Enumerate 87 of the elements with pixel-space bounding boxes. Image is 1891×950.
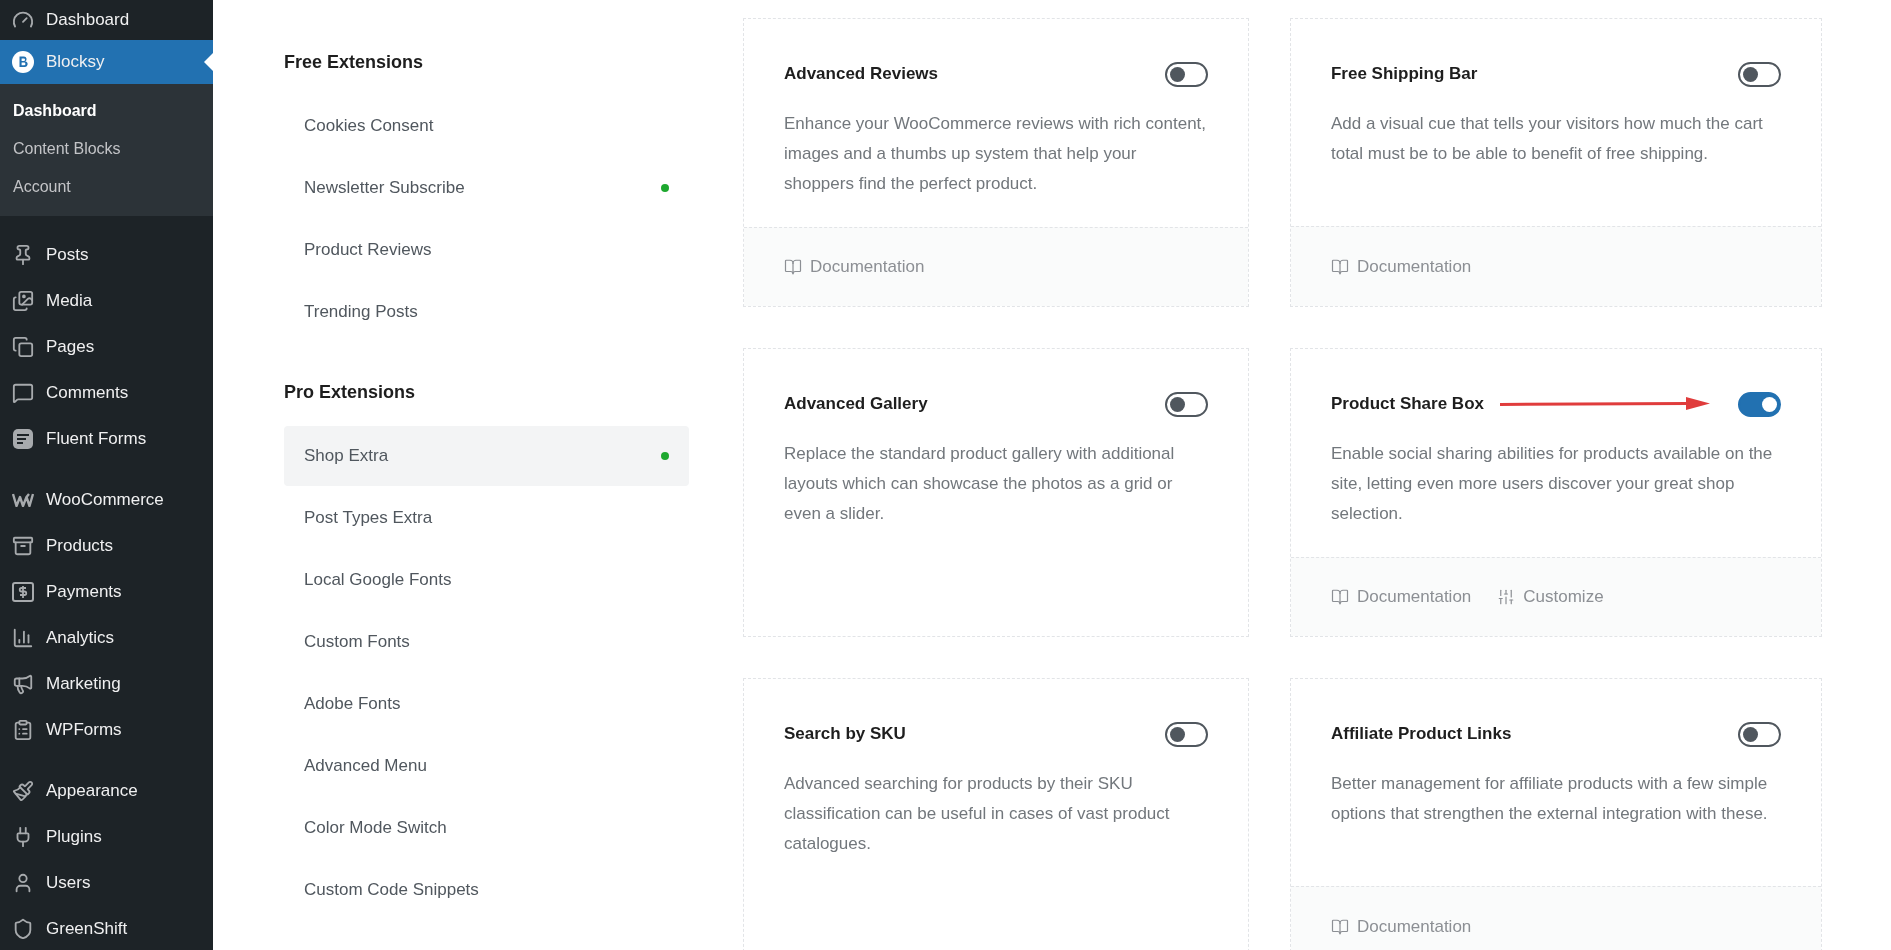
sidebar-item[interactable]: Fluent Forms [0,416,213,462]
megaphone-icon [12,673,34,695]
extension-nav-item[interactable]: Shop Extra [284,426,689,486]
section-heading: Free Extensions [284,50,425,74]
toggle-switch[interactable] [1164,61,1208,87]
pages-icon [12,336,34,358]
card-description: Enable social sharing abilities for products available on the site, letting even more users discover your great shop selection. [1330,443,1774,525]
toggle-switch[interactable] [1738,391,1781,417]
toggle-switch[interactable] [1164,391,1208,417]
card-title: Advanced Gallery [784,394,928,414]
card-description: Replace the standard product gallery with additional layouts which can showcase the photos as a grid or even a slider. [784,443,1176,525]
sidebar-item[interactable]: Products [0,523,213,569]
sidebar-item[interactable]: Users [0,860,213,906]
extension-name: Custom Code Snippets [304,880,479,900]
bar-chart-icon [12,627,34,649]
sidebar-item[interactable]: GreenShift [0,906,213,950]
sidebar-item[interactable]: Comments [0,370,213,416]
extension-name: Color Mode Switch [304,818,447,838]
card-title: Product Share Box [1330,394,1484,414]
dollar-card-icon [12,582,34,602]
sidebar-item[interactable]: WPForms [0,707,213,753]
link-label: Documentation [810,257,925,277]
extension-name: Shop Extra [304,446,389,466]
extension-nav-item[interactable]: Cookies Consent [284,96,689,156]
extension-name: Custom Fonts [304,632,410,652]
card-description: Enhance your WooCommerce reviews with rich content, images and a thumbs up system that help your shoppers find the perfect product. [784,113,1208,195]
extension-name: Adobe Fonts [304,694,401,714]
sidebar-item[interactable]: WooCommerce [0,477,213,523]
sidebar-item[interactable]: Dashboard [0,0,213,40]
form-list-icon [12,719,34,741]
sidebar-item[interactable]: Plugins [0,814,213,860]
toggle-switch[interactable] [1164,721,1208,747]
paintbrush-icon [12,780,34,802]
extension-name: Advanced Menu [304,756,427,776]
sidebar-item[interactable]: Appearance [0,768,213,814]
sidebar-item[interactable]: Payments [0,569,213,615]
link-label: Documentation [1356,256,1472,277]
extension-nav-item[interactable]: Trending Posts [284,282,689,342]
extension-name: Newsletter Subscribe [304,178,465,198]
card-title: Affiliate Product Links [1330,724,1512,744]
book-icon [784,258,802,276]
extension-nav-item[interactable]: Adobe Fonts [284,674,689,734]
archive-box-icon [12,535,34,557]
extension-nav-item[interactable]: Product Reviews [284,220,689,280]
sidebar-item[interactable]: Marketing [0,661,213,707]
book-icon [1330,588,1349,606]
sliders-icon [1497,588,1516,606]
card-description: Add a visual cue that tells your visitors how much the cart total must be to be able to benefit of free shipping. [1330,113,1764,165]
extension-nav-item[interactable]: Local Google Fonts [284,550,689,610]
extension-name: Trending Posts [304,302,418,322]
submenu-item[interactable]: Content Blocks [0,130,213,168]
sidebar-item[interactable]: Blocksy [0,40,213,84]
section-heading: Pro Extensions [284,380,417,404]
extension-nav-item[interactable]: Post Types Extra [284,488,689,548]
card-title: Search by SKU [784,724,906,744]
sidebar-item[interactable]: Analytics [0,615,213,661]
extension-nav-item[interactable]: Advanced Menu [284,736,689,796]
extension-name: Post Types Extra [304,508,433,528]
link-label: Documentation [1356,587,1472,607]
extension-nav-item[interactable]: Color Mode Switch [284,798,689,858]
submenu-item[interactable]: Account [0,168,213,206]
card-description: Advanced searching for products by their SKU classification can be useful in cases of vast product catalogues. [784,773,1171,855]
extension-nav-item[interactable]: Newsletter Subscribe [284,158,689,218]
toggle-switch[interactable] [1738,721,1781,747]
card-title: Free Shipping Bar [1330,64,1478,84]
card-description: Better management for affiliate products with a few simple options that strengthen the external integration with these. [1330,773,1769,825]
extension-nav-item[interactable]: Custom Fonts [284,612,689,672]
circle-b-icon [12,51,34,73]
images-icon [12,290,34,312]
extension-nav-item[interactable]: Custom Code Snippets [284,860,689,920]
link-label: Documentation [1356,916,1472,937]
card-title: Advanced Reviews [784,64,938,84]
sidebar-item[interactable]: Media [0,278,213,324]
book-icon [1330,257,1349,276]
w-letter-icon [12,493,34,507]
link-label: Customize [1523,587,1604,607]
sidebar-item[interactable]: Pages [0,324,213,370]
submenu-item[interactable]: Dashboard [0,92,213,130]
sidebar-item[interactable]: Posts [0,232,213,278]
shield-icon [12,918,34,940]
extension-name: Cookies Consent [304,116,434,136]
extension-name: Product Reviews [304,240,432,260]
extension-name: Local Google Fonts [304,570,452,590]
book-icon [1330,917,1349,936]
toggle-switch[interactable] [1738,61,1781,87]
speech-bubble-icon [12,382,34,404]
form-lines-icon [12,428,34,450]
